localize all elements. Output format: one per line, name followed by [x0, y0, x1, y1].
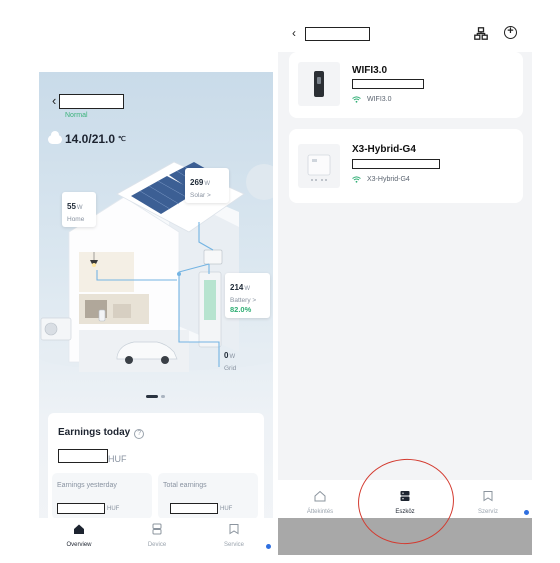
weather-widget: 14.0/21.0 ℃	[48, 130, 126, 146]
add-device-icon[interactable]: +	[504, 26, 517, 39]
solar-flow-card[interactable]: 269W Solar >	[185, 168, 229, 203]
home-label: Home	[67, 216, 85, 223]
home-power-unit: W	[76, 205, 83, 211]
nav-device[interactable]: Device	[127, 522, 187, 548]
total-earnings-label: Total earnings	[163, 482, 207, 489]
device-icon	[152, 523, 162, 535]
home-icon	[74, 524, 84, 534]
battery-label: Battery >	[230, 297, 257, 304]
nav-szerviz[interactable]: Szervíz	[453, 489, 523, 515]
device-list-header: ‹ +	[278, 0, 532, 52]
back-chevron-icon[interactable]: ‹	[52, 94, 56, 107]
home-power-value: 55	[67, 202, 76, 211]
nav-service[interactable]: Service	[204, 522, 264, 548]
redacted-total-amount	[170, 503, 218, 514]
wifi-icon	[352, 96, 361, 103]
carousel-dot	[161, 395, 165, 398]
help-icon[interactable]: ?	[134, 429, 145, 439]
nav-attekintes[interactable]: Áttekintés	[285, 489, 355, 515]
wifi-icon	[352, 176, 361, 183]
battery-power-unit: W	[244, 286, 251, 292]
topology-icon[interactable]	[474, 27, 488, 40]
device-wifi-label: WIFI3.0	[367, 96, 392, 103]
back-chevron-icon[interactable]: ‹	[292, 27, 296, 39]
grid-power-unit: W	[229, 354, 236, 360]
service-icon	[483, 491, 493, 502]
device-card-inverter[interactable]: X3-Hybrid-G4 X3-Hybrid-G4	[289, 129, 523, 203]
earnings-yesterday-card: Earnings yesterday HUF	[52, 473, 152, 519]
floating-badge-dot	[266, 544, 271, 549]
temperature-unit: ℃	[118, 136, 126, 143]
home-flow-card: 55W Home	[62, 192, 96, 227]
earnings-panel: Earnings today? HUF Earnings yesterday H…	[48, 413, 264, 533]
inverter-thumbnail	[298, 144, 340, 188]
total-earnings-card: Total earnings HUF	[158, 473, 258, 519]
device-card-wifi[interactable]: WIFI3.0 WIFI3.0	[289, 52, 523, 118]
overview-screen: ‹ Normal 14.0/21.0 ℃ 269W Solar > 55W Ho…	[39, 72, 273, 553]
device-connection: X3-Hybrid-G4	[352, 176, 410, 183]
nav-szerviz-label: Szervíz	[477, 509, 498, 515]
earnings-title-text: Earnings today	[58, 427, 131, 438]
carousel-dot-active	[146, 395, 158, 398]
nav-overview-label: Overview	[66, 542, 92, 548]
home-icon	[314, 490, 326, 502]
cloud-icon	[48, 130, 62, 144]
battery-flow-card[interactable]: 214W Battery > 82.0%	[225, 273, 270, 318]
earnings-title: Earnings today?	[58, 427, 145, 439]
redacted-site-name	[59, 94, 124, 109]
nav-service-label: Service	[223, 542, 244, 548]
dongle-icon	[314, 71, 324, 97]
nav-attekintes-label: Áttekintés	[306, 509, 334, 515]
device-name: X3-Hybrid-G4	[352, 144, 416, 155]
grid-flow-card: 0W Grid	[219, 341, 255, 376]
redacted-serial	[352, 159, 440, 169]
device-wifi-label: X3-Hybrid-G4	[367, 176, 410, 183]
device-name: WIFI3.0	[352, 65, 388, 76]
solar-power-unit: W	[204, 181, 211, 187]
bottom-nav: Overview Device Service	[39, 518, 273, 553]
nav-device-label: Device	[147, 542, 167, 548]
solar-label: Solar >	[190, 192, 211, 199]
total-currency: HUF	[220, 506, 233, 512]
floating-badge-dot	[524, 510, 529, 515]
system-status: Normal	[65, 112, 88, 119]
yesterday-currency: HUF	[107, 506, 120, 512]
device-connection: WIFI3.0	[352, 96, 392, 103]
redacted-yesterday-amount	[57, 503, 105, 514]
temperature-range: 14.0/21.0	[65, 132, 116, 146]
earnings-yesterday-label: Earnings yesterday	[57, 482, 117, 489]
service-icon	[229, 524, 239, 535]
grid-label: Grid	[224, 365, 237, 372]
energy-flow-illustration: 269W Solar > 55W Home 214W Battery > 82.…	[39, 152, 273, 377]
battery-power-value: 214	[230, 283, 244, 292]
carousel-indicator[interactable]	[146, 395, 165, 398]
inverter-icon	[307, 154, 331, 181]
nav-overview[interactable]: Overview	[49, 522, 109, 548]
today-currency: HUF	[108, 454, 127, 464]
redacted-header-title	[305, 27, 370, 41]
redacted-serial	[352, 79, 424, 89]
battery-soc: 82.0%	[230, 305, 252, 314]
grid-power-value: 0	[224, 351, 229, 360]
solar-power-value: 269	[190, 178, 204, 187]
redacted-today-amount	[58, 449, 108, 463]
dongle-thumbnail	[298, 62, 340, 106]
